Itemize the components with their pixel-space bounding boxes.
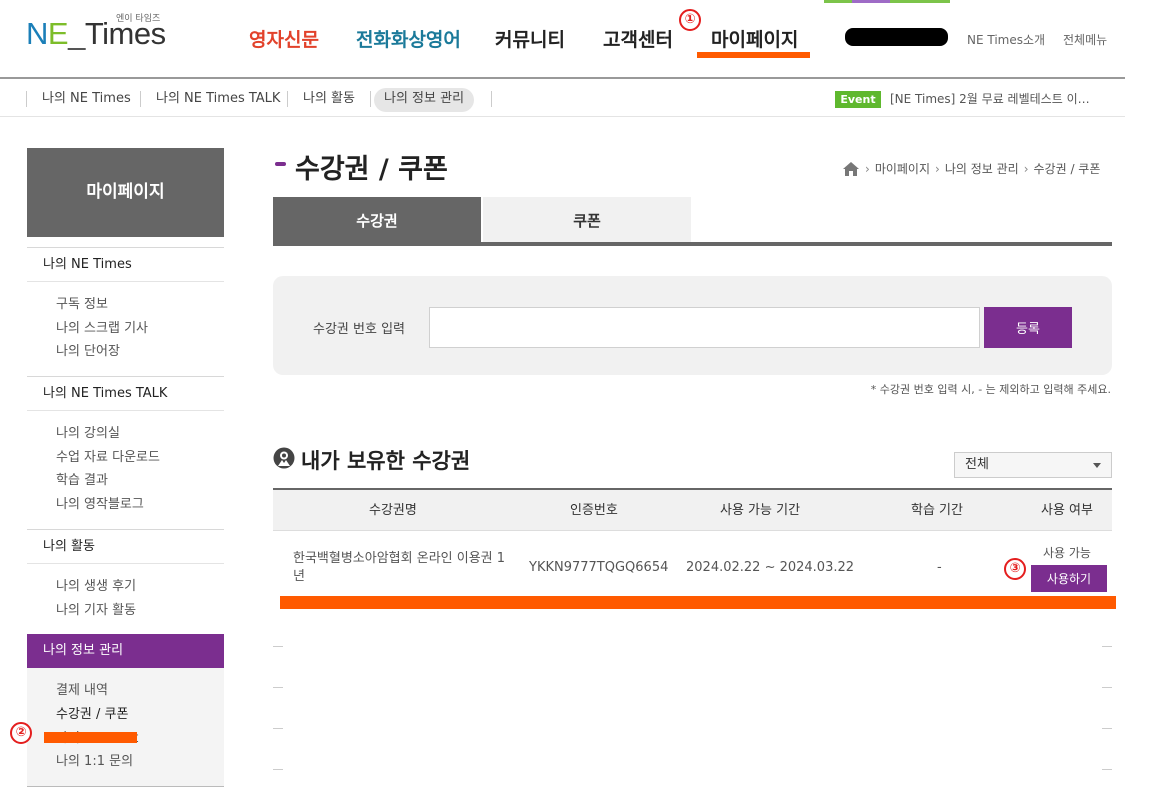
subnav-divider xyxy=(26,91,27,107)
subnav-my-talk[interactable]: 나의 NE Times TALK xyxy=(156,88,280,112)
voucher-number-input[interactable] xyxy=(429,307,980,348)
sidebar-title: 마이페이지 xyxy=(27,148,224,237)
site-header: NE_Times 엔이 타임즈 영자신문 전화화상영어 커뮤니티 고객센터 마이… xyxy=(0,0,1125,79)
voucher-register-box: 수강권 번호 입력 등록 xyxy=(273,276,1112,375)
voucher-table: 수강권명 인증번호 사용 가능 기간 학습 기간 사용 여부 한국백혈병소아암협… xyxy=(273,488,1112,608)
voucher-number-label: 수강권 번호 입력 xyxy=(313,322,405,337)
empty-row-line xyxy=(273,646,1112,647)
gnb-mypage[interactable]: 마이페이지 xyxy=(711,25,798,52)
voucher-name: 한국백혈병소아암협회 온라인 이용권 1년 xyxy=(293,551,506,584)
subnav-my-info[interactable]: 나의 정보 관리 xyxy=(374,88,475,112)
empty-row-line xyxy=(273,769,1112,770)
gnb-tab-indicator xyxy=(824,0,950,3)
voucher-tabs: 수강권 쿠폰 xyxy=(273,197,1112,246)
gnb-customer-center[interactable]: 고객센터 xyxy=(603,25,673,52)
sidebar-group: 나의 NE Times TALK 나의 강의실 수업 자료 다운로드 학습 결과… xyxy=(27,376,224,529)
gnb-community[interactable]: 커뮤니티 xyxy=(495,25,565,52)
event-link[interactable]: [NE Times] 2월 무료 레벨테스트 이… xyxy=(890,90,1090,107)
voucher-period: 2024.02.22 ~ 2024.03.22 xyxy=(686,560,855,575)
breadcrumb: › 마이페이지 › 나의 정보 관리 › 수강권 / 쿠폰 xyxy=(842,160,1100,177)
column-header-status: 사용 여부 xyxy=(1041,503,1093,518)
chevron-right-icon: › xyxy=(865,161,870,176)
sidebar-item-blog[interactable]: 나의 영작블로그 xyxy=(56,493,224,517)
voucher-status: 사용 가능 xyxy=(1043,546,1091,560)
sub-nav: 나의 NE Times 나의 NE Times TALK 나의 활동 나의 정보… xyxy=(0,81,1125,117)
breadcrumb-item: 수강권 / 쿠폰 xyxy=(1033,162,1101,176)
column-header-name: 수강권명 xyxy=(369,503,417,518)
voucher-input-note: * 수강권 번호 입력 시, - 는 제외하고 입력해 주세요. xyxy=(870,383,1111,396)
sidebar-group: 나의 정보 관리 결제 내역 수강권 / 쿠폰 나의 NE Point 나의 1… xyxy=(27,634,224,787)
sidebar-item-inquiry[interactable]: 나의 1:1 문의 xyxy=(56,750,224,774)
subnav-divider xyxy=(140,91,141,107)
chevron-right-icon: › xyxy=(1023,161,1029,176)
sidebar-item-subscription[interactable]: 구독 정보 xyxy=(56,293,224,317)
subnav-divider xyxy=(287,91,288,107)
sidebar-item-wordbook[interactable]: 나의 단어장 xyxy=(56,340,224,364)
gnb-news[interactable]: 영자신문 xyxy=(249,25,319,52)
sidebar-group: 나의 NE Times 구독 정보 나의 스크랩 기사 나의 단어장 xyxy=(27,247,224,376)
sidebar-item-results[interactable]: 학습 결과 xyxy=(56,469,224,493)
tab-voucher[interactable]: 수강권 xyxy=(273,197,481,242)
sidebar-item-voucher-coupon[interactable]: 수강권 / 쿠폰 xyxy=(56,703,224,727)
chevron-down-icon xyxy=(1093,463,1101,468)
sidebar-group-my-ne-times[interactable]: 나의 NE Times xyxy=(27,248,224,282)
annotation-highlight-voucher-menu xyxy=(44,732,137,743)
subnav-my-ne-times[interactable]: 나의 NE Times xyxy=(42,88,131,112)
annotation-2: ② xyxy=(10,722,32,744)
about-link[interactable]: NE Times소개 xyxy=(967,31,1045,48)
voucher-filter-select[interactable]: 전체 xyxy=(954,452,1112,478)
title-bullet xyxy=(275,162,286,166)
subnav-divider xyxy=(370,91,371,107)
table-header: 수강권명 인증번호 사용 가능 기간 학습 기간 사용 여부 xyxy=(273,488,1112,531)
subnav-divider xyxy=(491,91,492,107)
use-voucher-button[interactable]: 사용하기 xyxy=(1031,565,1107,592)
chevron-right-icon: › xyxy=(935,161,940,176)
sidebar-item-download[interactable]: 수업 자료 다운로드 xyxy=(56,446,224,470)
sidebar-group-my-talk[interactable]: 나의 NE Times TALK xyxy=(27,377,224,412)
sidebar-item-reporter[interactable]: 나의 기자 활동 xyxy=(56,599,224,623)
voucher-code: YKKN9777TQGQ6654 xyxy=(529,560,669,575)
event-badge: Event xyxy=(835,91,881,108)
voucher-section-icon xyxy=(273,447,295,469)
sidebar-group-my-info[interactable]: 나의 정보 관리 xyxy=(27,634,224,669)
empty-row-line xyxy=(273,728,1112,729)
column-header-code: 인증번호 xyxy=(570,503,618,518)
annotation-highlight-mypage xyxy=(697,52,810,58)
site-logo[interactable]: NE_Times 엔이 타임즈 xyxy=(26,14,166,52)
home-icon[interactable] xyxy=(842,161,860,177)
owned-vouchers-title: 내가 보유한 수강권 xyxy=(301,449,471,473)
register-button[interactable]: 등록 xyxy=(984,307,1072,348)
breadcrumb-item[interactable]: 나의 정보 관리 xyxy=(945,160,1019,177)
all-menu-link[interactable]: 전체메뉴 xyxy=(1063,31,1107,48)
annotation-1: ① xyxy=(679,9,701,31)
page-title: 수강권 / 쿠폰 xyxy=(295,154,448,185)
gnb-phone-english[interactable]: 전화화상영어 xyxy=(356,25,461,52)
redacted-user-name xyxy=(845,28,948,46)
annotation-3: ③ xyxy=(1004,558,1026,580)
filter-selected-value: 전체 xyxy=(965,457,989,472)
sidebar-item-reviews[interactable]: 나의 생생 후기 xyxy=(56,575,224,599)
sidebar-group: 나의 활동 나의 생생 후기 나의 기자 활동 xyxy=(27,528,224,634)
empty-row-line xyxy=(273,687,1112,688)
annotation-highlight-voucher-row xyxy=(280,596,1116,609)
subnav-my-activity[interactable]: 나의 활동 xyxy=(303,88,355,112)
sidebar-item-payment[interactable]: 결제 내역 xyxy=(56,679,224,703)
breadcrumb-item[interactable]: 마이페이지 xyxy=(875,160,930,177)
sidebar: 마이페이지 나의 NE Times 구독 정보 나의 스크랩 기사 나의 단어장… xyxy=(27,148,224,787)
voucher-learning-period: - xyxy=(937,560,942,575)
column-header-period: 사용 가능 기간 xyxy=(720,503,801,518)
sidebar-group-my-activity[interactable]: 나의 활동 xyxy=(27,530,224,564)
column-header-learning: 학습 기간 xyxy=(911,503,963,518)
sidebar-item-classroom[interactable]: 나의 강의실 xyxy=(56,422,224,446)
logo-subtext: 엔이 타임즈 xyxy=(116,14,161,24)
sidebar-item-scrap[interactable]: 나의 스크랩 기사 xyxy=(56,317,224,341)
tab-coupon[interactable]: 쿠폰 xyxy=(483,197,691,242)
